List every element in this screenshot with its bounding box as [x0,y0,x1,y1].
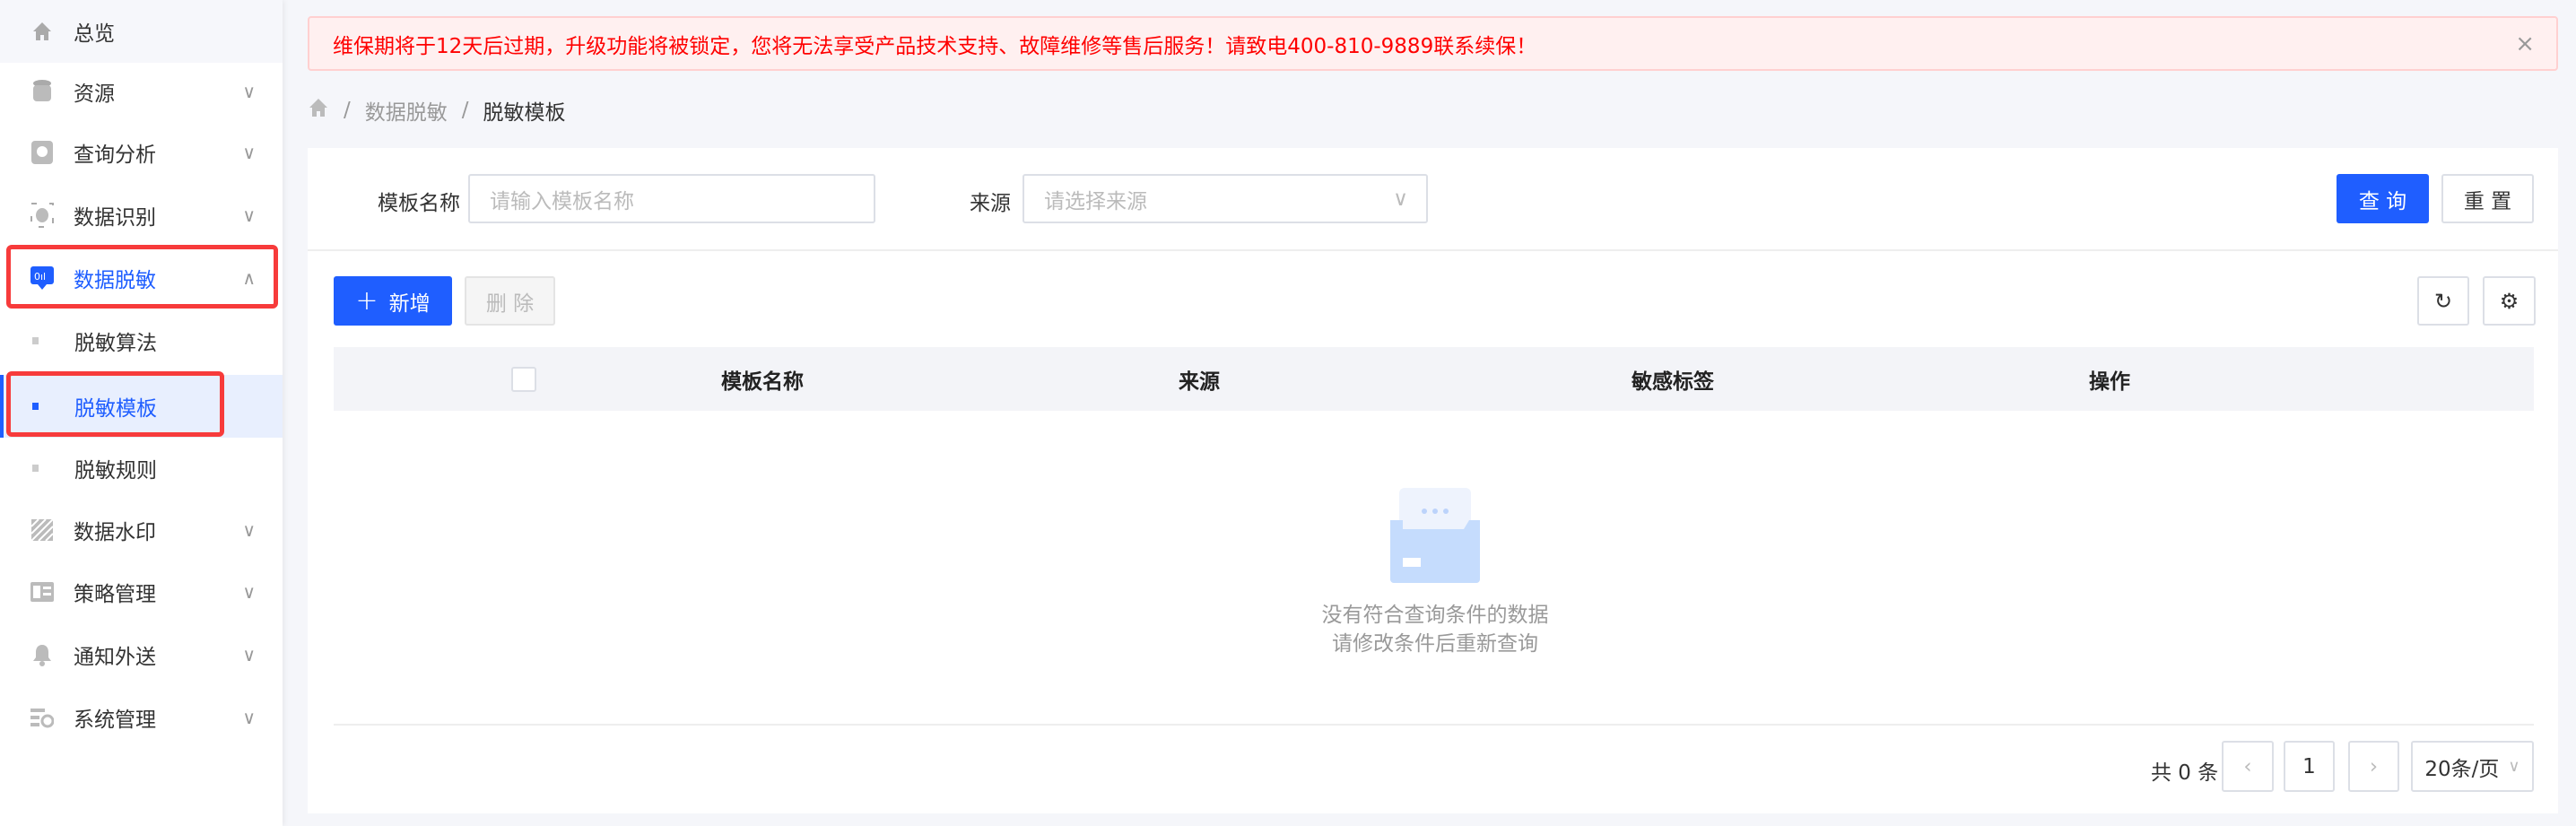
chevron-down-icon: ∨ [242,204,256,226]
sidebar-item-policy[interactable]: 策略管理 ∨ [0,561,283,623]
sidebar-item-watermark[interactable]: 数据水印 ∨ [0,499,283,561]
chevron-down-icon: ∨ [242,81,256,102]
source-label: 来源 [970,192,1011,215]
sidebar-item-overview[interactable]: 总览 [0,0,283,63]
sidebar-item-notification[interactable]: 通知外送 ∨ [0,623,283,686]
expiry-alert: 维保期将于12天后过期，升级功能将被锁定，您将无法享受产品技术支持、故障维修等售… [308,16,2558,71]
chevron-down-icon: ∨ [242,644,256,665]
column-header: 敏感标签 [1632,370,1714,394]
sidebar-item-query-analysis[interactable]: 查询分析 ∨ [0,121,283,184]
reset-button[interactable]: 重 置 [2441,174,2534,223]
query-button[interactable]: 查 询 [2337,174,2429,223]
chevron-down-icon: ∨ [242,707,256,728]
template-name-input[interactable]: 请输入模板名称 [468,174,875,223]
page-1-button[interactable]: 1 [2284,741,2335,792]
chevron-down-icon: ∨ [242,519,256,541]
chevron-down-icon: ∨ [1393,187,1408,211]
bullet-icon [32,465,39,472]
sidebar-item-masking-rules[interactable]: 脱敏规则 [0,437,283,500]
source-select[interactable]: 请选择来源 ∨ [1023,174,1428,223]
divider [308,249,2558,251]
refresh-icon[interactable]: ↻ [2417,276,2469,326]
settings-icon [30,706,54,729]
prev-page-button[interactable]: ‹ [2222,741,2274,792]
chevron-down-icon: ∨ [2508,757,2520,776]
watermark-icon [30,518,54,542]
sidebar-item-system[interactable]: 系统管理 ∨ [0,686,283,749]
column-header: 操作 [2089,370,2130,394]
bullet-icon [32,337,39,344]
breadcrumb-current: 脱敏模板 [483,101,566,125]
scan-icon [30,203,54,228]
add-button[interactable]: + 新增 [334,276,452,326]
bell-icon [30,643,54,666]
plus-icon: + [355,285,379,317]
sidebar-item-data-identify[interactable]: 数据识别 ∨ [0,184,283,247]
highlight-box [6,245,278,309]
query-icon [30,141,54,164]
main-card [308,148,2558,813]
table-header: 模板名称 来源 敏感标签 操作 [334,347,2534,411]
policy-icon [30,580,54,604]
next-page-button[interactable]: › [2348,741,2399,792]
select-all-checkbox[interactable] [511,367,536,392]
breadcrumb-link[interactable]: 数据脱敏 [365,95,448,126]
sidebar-item-resources[interactable]: 资源 ∨ [0,60,283,123]
delete-button[interactable]: 删 除 [465,276,555,326]
home-icon[interactable] [308,97,329,124]
highlight-box [6,371,224,437]
empty-folder-icon [1388,488,1482,590]
divider [334,724,2534,726]
chevron-down-icon: ∨ [242,581,256,603]
breadcrumb: / 数据脱敏 / 脱敏模板 [308,95,566,126]
database-icon [30,80,54,103]
total-count: 共 0 条 [2151,761,2219,785]
chevron-down-icon: ∨ [242,142,256,163]
column-header: 来源 [1179,370,1220,394]
home-icon [30,20,54,43]
template-name-label: 模板名称 [378,192,460,215]
empty-message: 没有符合查询条件的数据 [1321,604,1549,627]
page-size-select[interactable]: 20条/页 ∨ [2411,741,2534,792]
sidebar-item-masking-algorithm[interactable]: 脱敏算法 [0,309,283,372]
close-icon[interactable]: × [2515,30,2535,57]
column-header: 模板名称 [721,370,804,394]
gear-icon[interactable]: ⚙ [2483,276,2536,326]
empty-hint: 请修改条件后重新查询 [1332,632,1538,656]
